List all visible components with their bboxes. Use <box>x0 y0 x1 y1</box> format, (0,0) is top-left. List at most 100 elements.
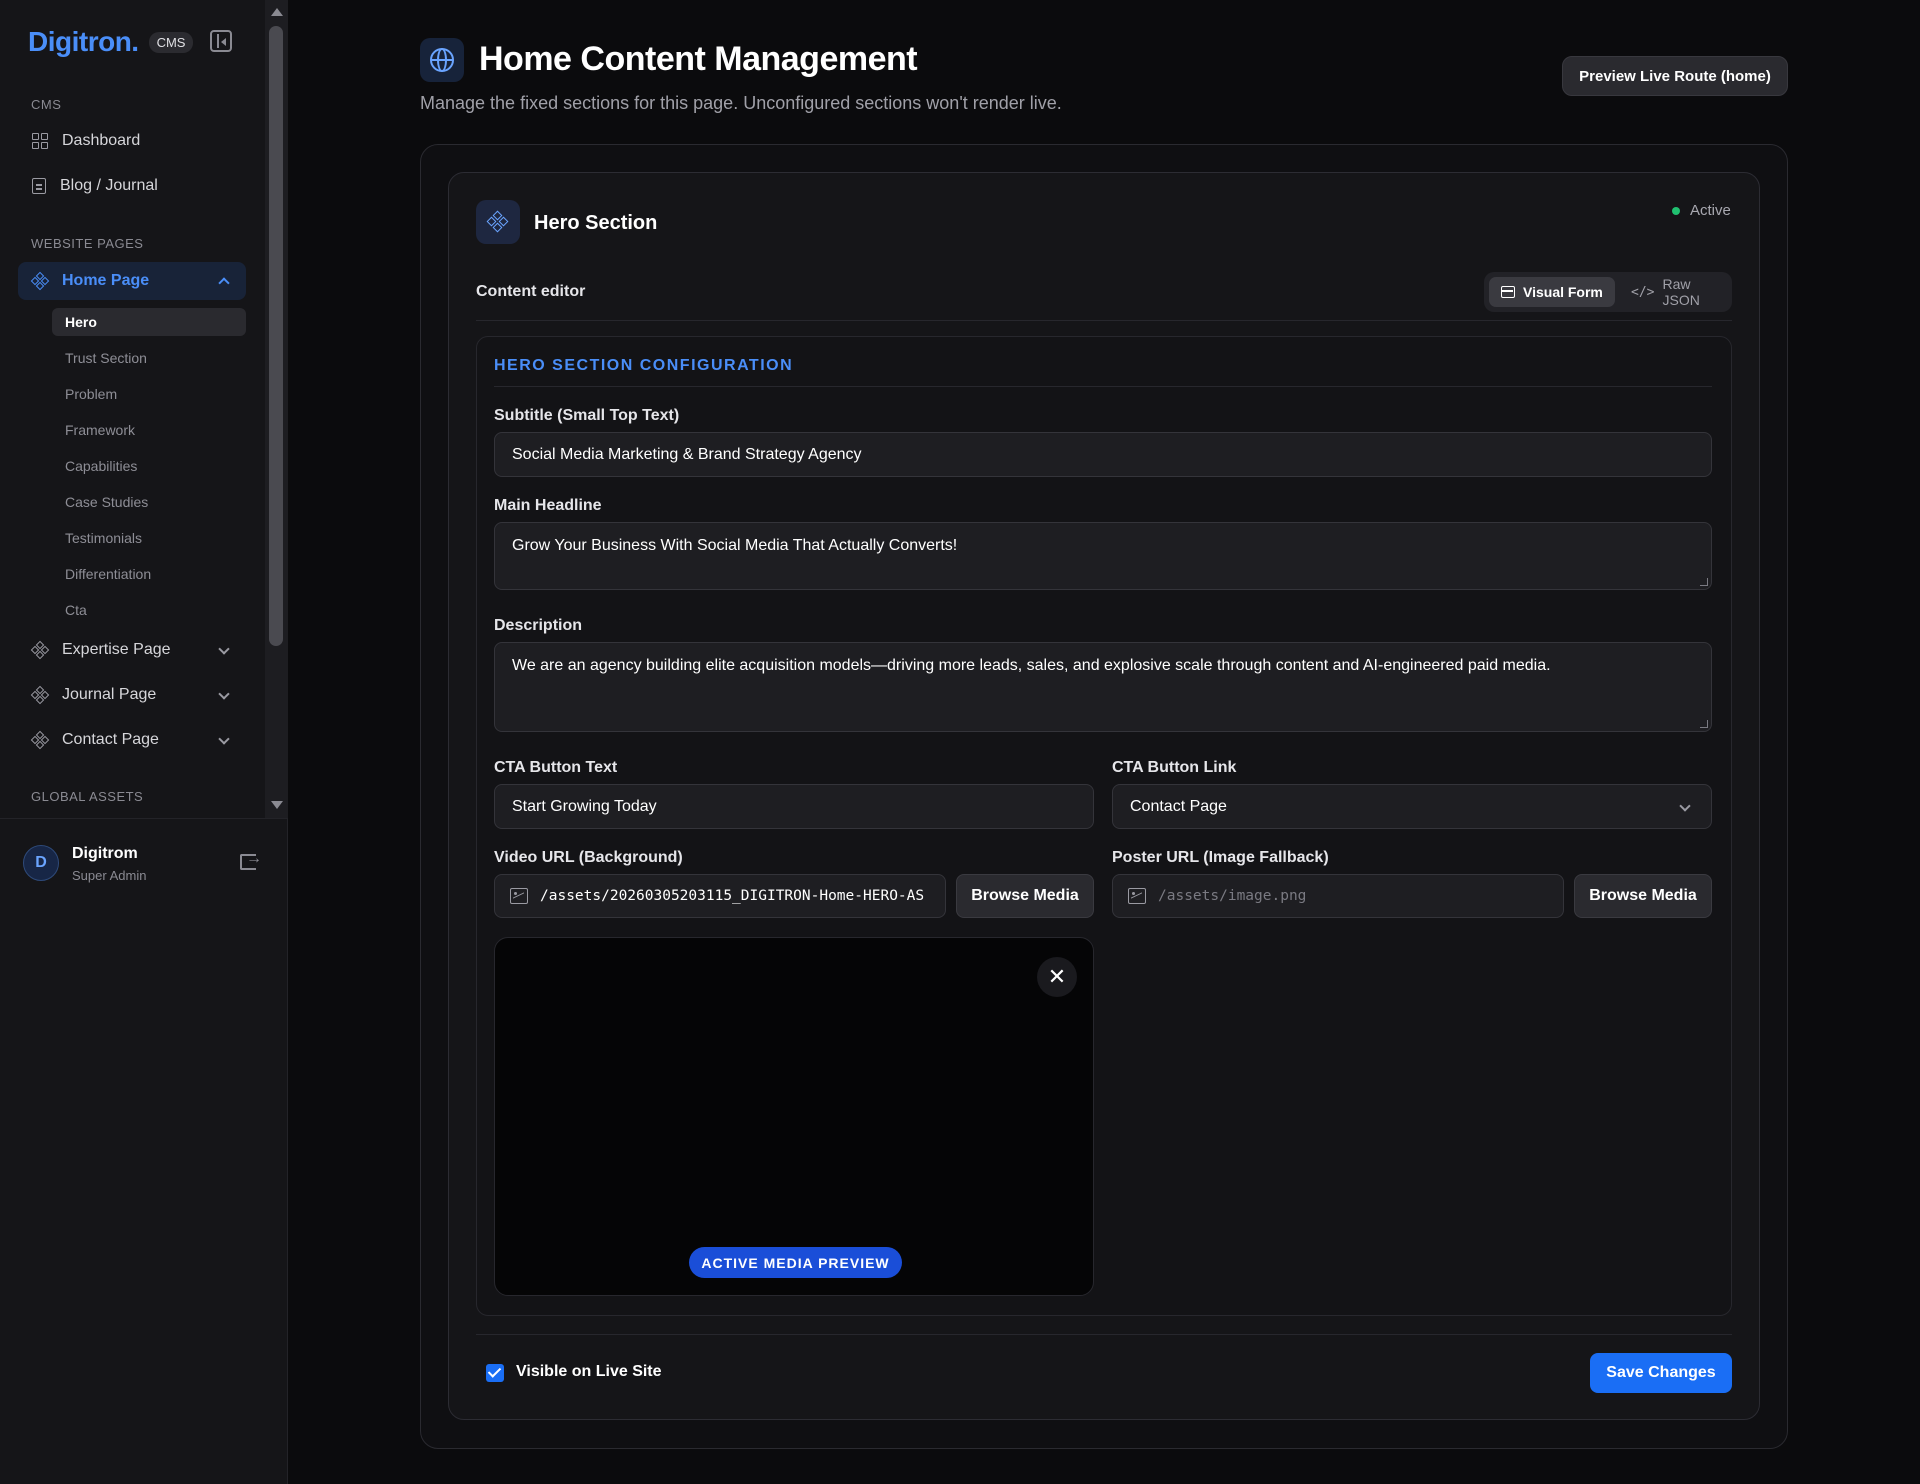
sidebar-subitem-cta[interactable]: Cta <box>52 596 246 624</box>
sidebar-item-label: Blog / Journal <box>60 177 158 194</box>
sidebar-item-label: Journal Page <box>62 686 157 703</box>
sidebar-nav: Digitron. CMS CMS Dashboard Blog / Journ… <box>0 0 264 818</box>
scroll-down-icon[interactable] <box>271 801 283 809</box>
video-url-input[interactable]: /assets/20260305203115_DIGITRON-Home-HER… <box>494 874 946 918</box>
avatar[interactable]: D <box>23 845 59 881</box>
poster-url-label: Poster URL (Image Fallback) <box>1112 849 1329 866</box>
tab-raw-json[interactable]: </> Raw JSON <box>1619 276 1732 308</box>
poster-url-input[interactable]: /assets/image.png <box>1112 874 1564 918</box>
headline-value: Grow Your Business With Social Media Tha… <box>512 537 958 554</box>
sidebar-item-expertise-page[interactable]: Expertise Page <box>18 631 246 669</box>
sidebar-subitem-differentiation[interactable]: Differentiation <box>52 560 246 588</box>
tab-label: Visual Form <box>1523 284 1603 300</box>
sidebar-subitem-capabilities[interactable]: Capabilities <box>52 452 246 480</box>
active-media-preview-badge: ACTIVE MEDIA PREVIEW <box>689 1247 902 1278</box>
media-preview <box>494 937 1094 1296</box>
nav-section-global-assets: GLOBAL ASSETS <box>31 789 144 804</box>
page-subtitle: Manage the fixed sections for this page.… <box>420 93 1062 113</box>
user-role: Super Admin <box>72 868 147 883</box>
cta-link-label: CTA Button Link <box>1112 759 1237 776</box>
globe-icon <box>430 48 454 72</box>
preview-live-route-button[interactable]: Preview Live Route (home) <box>1562 56 1788 96</box>
save-changes-button[interactable]: Save Changes <box>1590 1353 1732 1393</box>
status-dot-icon <box>1672 206 1680 215</box>
subtitle-label: Subtitle (Small Top Text) <box>494 407 680 424</box>
editor-mode-toggle: Visual Form </> Raw JSON <box>1484 272 1732 312</box>
sidebar-item-label: Contact Page <box>62 731 159 748</box>
status-text: Active <box>1690 202 1731 219</box>
diamond-grid-icon <box>30 730 50 750</box>
sidebar-scrollbar[interactable] <box>265 0 288 818</box>
image-icon <box>1128 888 1146 904</box>
sidebar-subitem-problem[interactable]: Problem <box>52 380 246 408</box>
page-title: Home Content Management <box>479 40 918 78</box>
nav-section-cms: CMS <box>31 97 62 112</box>
code-icon: </> <box>1631 284 1655 300</box>
video-url-value: /assets/20260305203115_DIGITRON-Home-HER… <box>540 888 925 904</box>
logout-icon[interactable] <box>240 850 262 870</box>
resize-handle-icon[interactable] <box>1700 720 1708 728</box>
cta-link-value: Contact Page <box>1130 797 1227 815</box>
poster-url-placeholder: /assets/image.png <box>1158 888 1307 904</box>
grid-icon <box>32 133 48 149</box>
divider <box>476 1334 1732 1335</box>
tab-visual-form[interactable]: Visual Form <box>1489 277 1615 307</box>
close-icon[interactable]: ✕ <box>1037 957 1077 997</box>
headline-label: Main Headline <box>494 497 602 514</box>
sidebar-item-home-page[interactable]: Home Page <box>18 262 246 300</box>
cta-link-select[interactable]: Contact Page <box>1112 784 1712 829</box>
description-value: We are an agency building elite acquisit… <box>512 657 1551 674</box>
description-textarea[interactable]: We are an agency building elite acquisit… <box>494 642 1712 732</box>
brand[interactable]: Digitron. CMS <box>28 26 194 58</box>
sidebar-item-contact-page[interactable]: Contact Page <box>18 721 246 759</box>
visible-label[interactable]: Visible on Live Site <box>516 1363 662 1381</box>
scroll-thumb[interactable] <box>269 26 283 646</box>
tab-label: Raw JSON <box>1662 276 1700 308</box>
sidebar-subitem-trust-section[interactable]: Trust Section <box>52 344 246 372</box>
sidebar-item-label: Dashboard <box>62 132 141 149</box>
brand-logo: Digitron. <box>28 26 139 57</box>
divider <box>476 320 1732 321</box>
browse-media-button[interactable]: Browse Media <box>956 874 1094 918</box>
layout-icon <box>1501 286 1515 298</box>
status-badge: Active <box>1672 202 1731 219</box>
config-title: HERO SECTION CONFIGURATION <box>494 357 794 374</box>
subtitle-input[interactable]: Social Media Marketing & Brand Strategy … <box>494 432 1712 477</box>
description-label: Description <box>494 617 583 634</box>
resize-handle-icon[interactable] <box>1700 578 1708 586</box>
sidebar-item-label: Home Page <box>62 272 150 289</box>
section-title: Hero Section <box>534 212 658 234</box>
sidebar-subitem-hero[interactable]: Hero <box>52 308 246 336</box>
scroll-up-icon[interactable] <box>271 8 283 16</box>
chevron-down-icon <box>1679 800 1691 812</box>
sidebar-subitem-case-studies[interactable]: Case Studies <box>52 488 246 516</box>
chevron-down-icon <box>218 688 230 700</box>
diamond-grid-icon <box>30 685 50 705</box>
divider <box>494 386 1712 387</box>
sidebar-item-blog[interactable]: Blog / Journal <box>18 167 246 205</box>
visible-checkbox[interactable] <box>486 1364 504 1382</box>
video-url-label: Video URL (Background) <box>494 849 683 866</box>
sidebar-subitem-framework[interactable]: Framework <box>52 416 246 444</box>
document-icon <box>32 178 46 194</box>
cta-text-input[interactable]: Start Growing Today <box>494 784 1094 829</box>
chevron-down-icon <box>218 733 230 745</box>
user-name: Digitrom <box>72 845 138 862</box>
sidebar-item-dashboard[interactable]: Dashboard <box>18 122 246 160</box>
chevron-up-icon <box>218 277 230 289</box>
brand-badge: CMS <box>148 31 194 53</box>
diamond-grid-icon <box>30 640 50 660</box>
sidebar-subitem-testimonials[interactable]: Testimonials <box>52 524 246 552</box>
sidebar-collapse-icon[interactable] <box>210 30 232 52</box>
chevron-down-icon <box>218 643 230 655</box>
image-icon <box>510 888 528 904</box>
content-editor-label: Content editor <box>476 283 586 300</box>
headline-textarea[interactable]: Grow Your Business With Social Media Tha… <box>494 522 1712 590</box>
sidebar-item-journal-page[interactable]: Journal Page <box>18 676 246 714</box>
diamond-grid-icon <box>486 210 509 233</box>
nav-section-website-pages: WEBSITE PAGES <box>31 236 144 251</box>
cta-text-label: CTA Button Text <box>494 759 618 776</box>
diamond-grid-icon <box>30 271 50 291</box>
section-icon <box>476 200 520 244</box>
browse-media-button[interactable]: Browse Media <box>1574 874 1712 918</box>
